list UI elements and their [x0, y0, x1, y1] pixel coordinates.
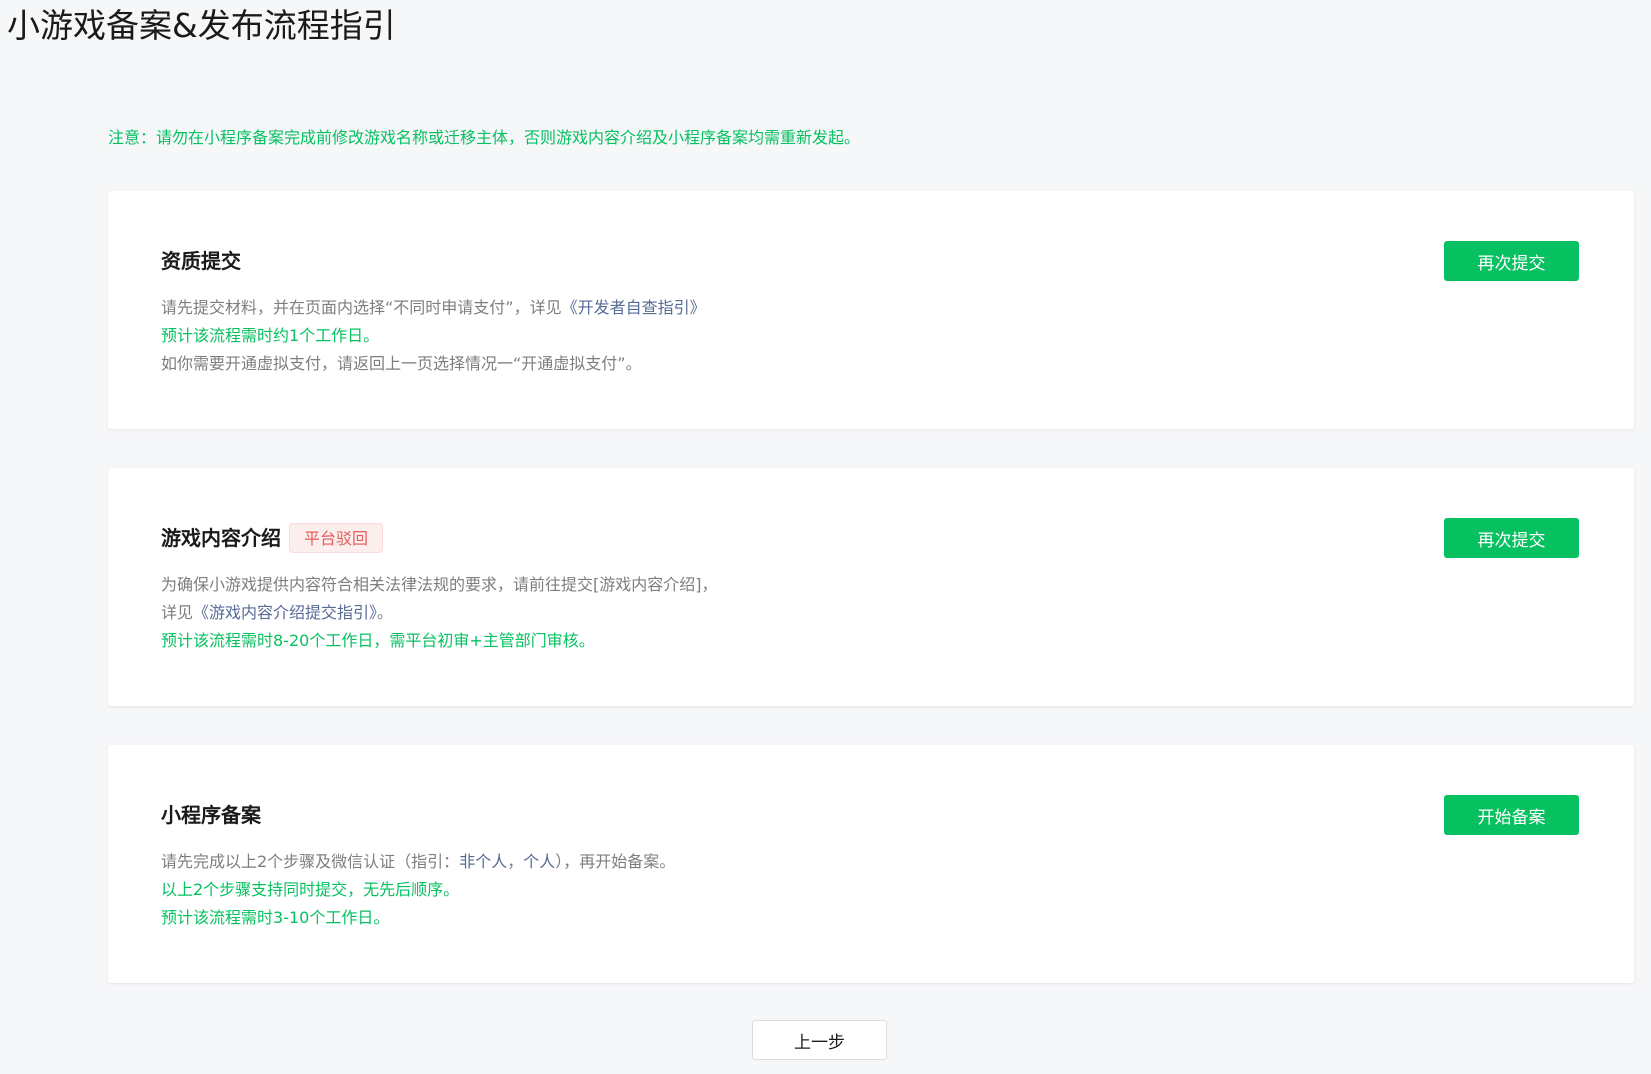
estimate-text: 预计该流程需时约1个工作日。 — [161, 326, 380, 345]
card-qualification: 资质提交 请先提交材料，并在页面内选择“不同时申请支付”，详见《开发者自查指引》… — [108, 191, 1634, 429]
developer-self-check-guide-link[interactable]: 《开发者自查指引》 — [562, 298, 706, 317]
game-content-guide-link[interactable]: 《游戏内容介绍提交指引》 — [193, 603, 377, 622]
page-title: 小游戏备案&发布流程指引 — [7, 6, 396, 45]
description-text: 为确保小游戏提供内容符合相关法律法规的要求，请前往提交[游戏内容介绍]， — [161, 575, 718, 594]
card-header: 小程序备案 — [161, 800, 261, 830]
status-badge-rejected: 平台驳回 — [289, 523, 384, 553]
card-game-content: 游戏内容介绍 平台驳回 为确保小游戏提供内容符合相关法律法规的要求，请前往提交[… — [108, 468, 1634, 706]
card-header: 游戏内容介绍 平台驳回 — [161, 523, 384, 553]
description-suffix: ），再开始备案。 — [555, 852, 676, 871]
card-description: 为确保小游戏提供内容符合相关法律法规的要求，请前往提交[游戏内容介绍]， 详见《… — [161, 571, 718, 655]
card-title: 游戏内容介绍 — [161, 526, 281, 550]
individual-guide-link[interactable]: 个人 — [523, 852, 555, 871]
non-individual-guide-link[interactable]: 非个人 — [459, 852, 507, 871]
estimate-text: 预计该流程需时3-10个工作日。 — [161, 908, 390, 927]
previous-step-button[interactable]: 上一步 — [752, 1020, 887, 1060]
description-line: 请先提交材料，并在页面内选择“不同时申请支付”，详见《开发者自查指引》 — [161, 294, 706, 322]
order-hint-text: 以上2个步骤支持同时提交，无先后顺序。 — [161, 880, 460, 899]
card-header: 资质提交 — [161, 246, 241, 276]
notice-text: 注意：请勿在小程序备案完成前修改游戏名称或迁移主体，否则游戏内容介绍及小程序备案… — [108, 128, 861, 147]
description-line: 详见《游戏内容介绍提交指引》。 — [161, 599, 718, 627]
virtual-payment-hint: 如你需要开通虚拟支付，请返回上一页选择情况一“开通虚拟支付”。 — [161, 354, 642, 373]
description-line: 请先完成以上2个步骤及微信认证（指引：非个人，个人），再开始备案。 — [161, 848, 675, 876]
estimate-text: 预计该流程需时8-20个工作日，需平台初审+主管部门审核。 — [161, 631, 595, 650]
card-title: 资质提交 — [161, 249, 241, 273]
card-description: 请先提交材料，并在页面内选择“不同时申请支付”，详见《开发者自查指引》 预计该流… — [161, 294, 706, 378]
resubmit-game-content-button[interactable]: 再次提交 — [1444, 518, 1579, 558]
card-description: 请先完成以上2个步骤及微信认证（指引：非个人，个人），再开始备案。 以上2个步骤… — [161, 848, 675, 932]
card-filing: 小程序备案 请先完成以上2个步骤及微信认证（指引：非个人，个人），再开始备案。 … — [108, 745, 1634, 983]
description-prefix: 详见 — [161, 603, 194, 622]
description-suffix: 。 — [377, 603, 394, 622]
resubmit-qualification-button[interactable]: 再次提交 — [1444, 241, 1579, 281]
description-prefix: 请先完成以上2个步骤及微信认证（指引： — [161, 852, 460, 871]
page: 小游戏备案&发布流程指引 注意：请勿在小程序备案完成前修改游戏名称或迁移主体，否… — [0, 0, 1651, 1074]
card-title: 小程序备案 — [161, 803, 261, 827]
description-separator: ， — [507, 852, 524, 871]
description-text: 请先提交材料，并在页面内选择“不同时申请支付”，详见 — [161, 298, 562, 317]
start-filing-button[interactable]: 开始备案 — [1444, 795, 1579, 835]
